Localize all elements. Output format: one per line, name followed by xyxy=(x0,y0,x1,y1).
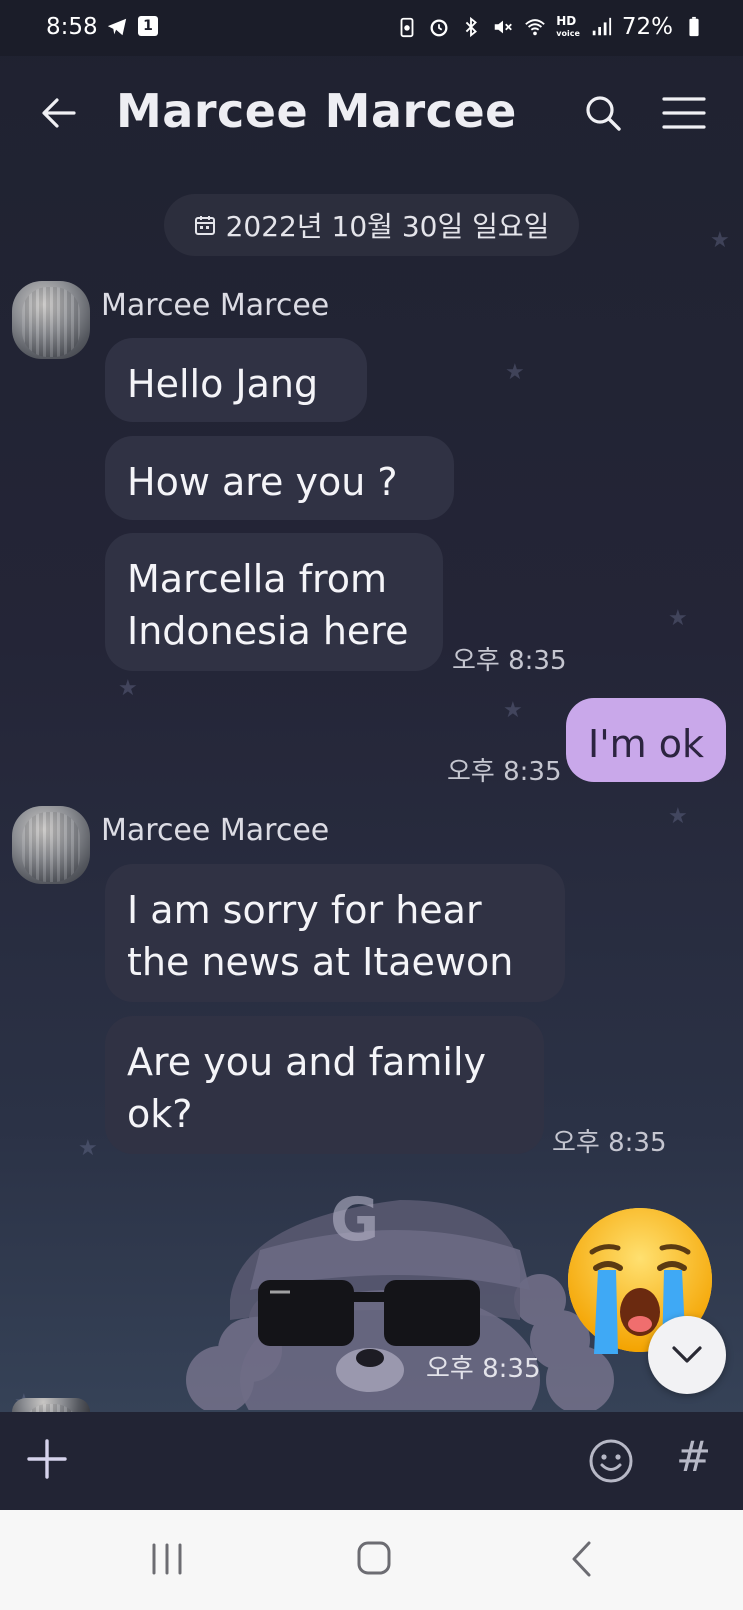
plus-icon[interactable] xyxy=(26,1438,68,1480)
message-bubble[interactable]: I am sorry for hear the news at Itaewon xyxy=(105,864,565,1002)
date-divider: 2022년 10월 30일 일요일 xyxy=(164,194,579,256)
date-text: 2022년 10월 30일 일요일 xyxy=(225,210,550,243)
svg-text:G: G xyxy=(330,1185,379,1255)
star-decoration: ★ xyxy=(505,360,525,385)
alarm-icon xyxy=(430,19,448,37)
star-decoration: ★ xyxy=(710,228,730,253)
star-decoration: ★ xyxy=(668,606,688,631)
avatar[interactable] xyxy=(12,281,90,359)
star-decoration: ★ xyxy=(118,676,138,701)
battery-percent: 72% xyxy=(621,14,673,40)
message-time: 오후 8:35 xyxy=(447,757,562,787)
my-message-bubble[interactable]: I'm ok xyxy=(566,698,726,782)
bluetooth-icon xyxy=(466,16,478,38)
back-arrow-icon[interactable] xyxy=(38,92,80,134)
system-nav-bar xyxy=(0,1510,743,1610)
telegram-icon xyxy=(107,18,127,36)
hash-icon[interactable]: # xyxy=(676,1432,711,1481)
calendar-icon xyxy=(194,216,215,235)
avatar[interactable] xyxy=(12,806,90,884)
message-bubble[interactable]: Hello Jang xyxy=(105,338,367,422)
status-right-icons: HD voice 72% xyxy=(396,14,705,40)
battery-saver-icon xyxy=(400,17,414,38)
sender-name: Marcee Marcee xyxy=(101,813,330,848)
message-bubble[interactable]: How are you ? xyxy=(105,436,454,520)
nav-back-icon[interactable] xyxy=(570,1540,592,1578)
chat-title: Marcee Marcee xyxy=(116,84,517,138)
message-bubble[interactable]: Marcella from Indonesia here xyxy=(105,533,443,671)
nav-home-icon[interactable] xyxy=(356,1540,392,1576)
star-decoration: ★ xyxy=(78,1136,98,1161)
status-left-icons: 1 xyxy=(106,16,158,38)
chat-header: Marcee Marcee xyxy=(0,56,743,172)
status-bar: 8:58 1 HD voice 72% xyxy=(0,0,743,56)
nav-recents-icon[interactable] xyxy=(150,1542,184,1576)
scroll-to-bottom-button[interactable] xyxy=(648,1316,726,1394)
message-bubble[interactable]: Are you and family ok? xyxy=(105,1016,544,1154)
wifi-icon xyxy=(525,19,546,36)
chevron-down-icon xyxy=(672,1346,702,1363)
emoji-icon[interactable] xyxy=(588,1438,634,1484)
sender-name: Marcee Marcee xyxy=(101,288,330,323)
message-time: 오후 8:35 xyxy=(452,646,567,676)
chat-screen: 8:58 1 HD voice 72% Marcee Marcee ★ ★ ★ … xyxy=(0,0,743,1610)
mute-icon xyxy=(495,20,513,34)
battery-icon xyxy=(689,16,699,37)
star-decoration: ★ xyxy=(668,804,688,829)
notification-badge-icon: 1 xyxy=(138,16,158,36)
avatar xyxy=(12,1398,90,1412)
input-bar: # xyxy=(0,1412,743,1510)
star-decoration: ★ xyxy=(503,698,523,723)
message-time: 오후 8:35 xyxy=(426,1354,541,1384)
sticker-image[interactable]: G xyxy=(180,1180,620,1410)
hd-voice-icon: HD voice xyxy=(556,13,580,38)
status-time: 8:58 xyxy=(46,14,98,40)
menu-icon[interactable] xyxy=(662,96,706,130)
signal-icon xyxy=(592,17,611,36)
search-icon[interactable] xyxy=(582,92,624,134)
message-time: 오후 8:35 xyxy=(552,1128,667,1158)
